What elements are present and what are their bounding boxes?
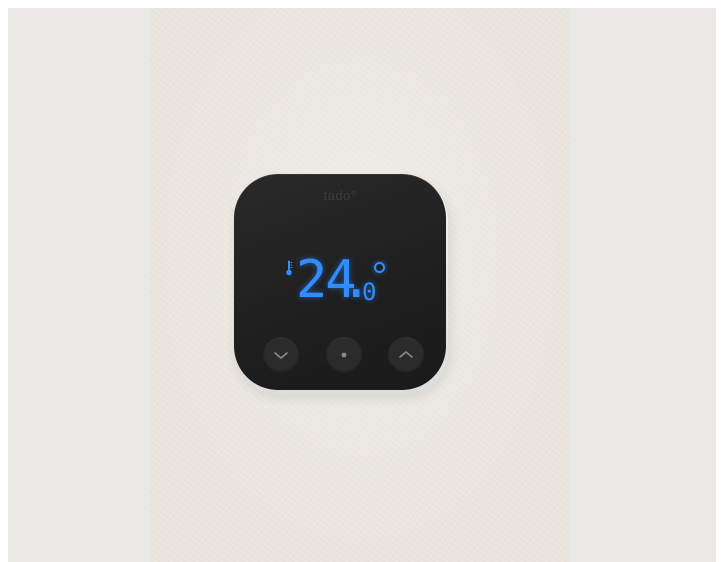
- decrease-temperature-button[interactable]: [263, 337, 299, 373]
- temperature-fraction: 0: [361, 278, 377, 306]
- smart-thermostat: tado° 24 . 0: [234, 174, 446, 390]
- increase-temperature-button[interactable]: [388, 337, 424, 373]
- background-left: [8, 8, 150, 562]
- mode-button[interactable]: [326, 337, 362, 373]
- chevron-up-icon: [399, 351, 413, 358]
- dot-icon: [341, 352, 347, 358]
- degree-symbol: [374, 262, 385, 273]
- background-right: [570, 8, 716, 562]
- photo-frame: tado° 24 . 0: [0, 0, 724, 562]
- chevron-down-icon: [274, 352, 288, 359]
- thermometer-icon: [286, 260, 293, 276]
- brand-logo: tado°: [323, 188, 357, 203]
- temperature-readout: 24 . 0: [296, 252, 376, 312]
